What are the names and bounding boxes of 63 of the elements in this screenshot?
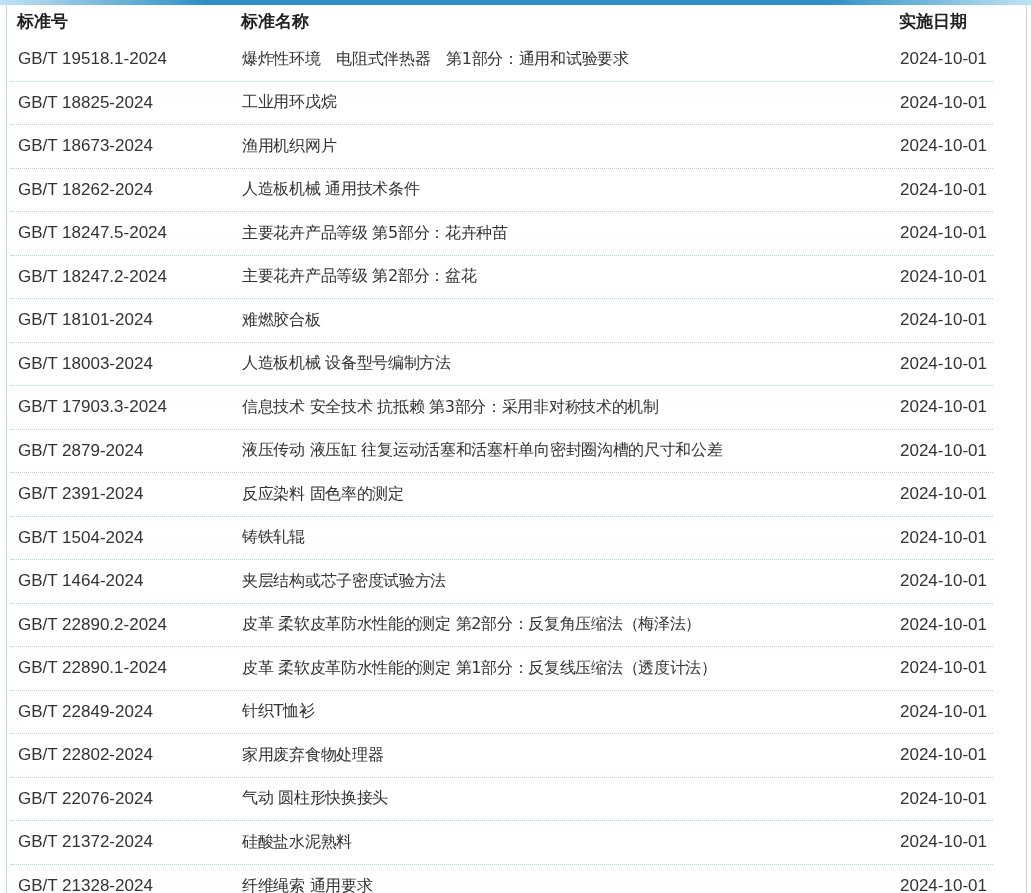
- table-cell-text: 2024-10-01: [899, 484, 988, 505]
- table-cell-text: 2024-10-01: [899, 310, 988, 331]
- table-cell-text: 2024-10-01: [899, 788, 988, 809]
- table-cell-text: 铸铁轧辊: [241, 527, 306, 549]
- table-cell-text: 2024-10-01: [899, 701, 988, 722]
- table-cell-text: GB/T 22849-2024: [17, 701, 154, 722]
- table-cell-text: GB/T 18003-2024: [17, 353, 154, 374]
- table-cell-text: 皮革 柔软皮革防水性能的测定 第2部分：反复角压缩法（梅泽法）: [241, 614, 703, 636]
- table-cell-text: 2024-10-01: [899, 397, 988, 418]
- table-cell-text: GB/T 22890.2-2024: [17, 614, 168, 635]
- table-cell-text: 2024-10-01: [899, 658, 988, 679]
- table-cell-text: 2024-10-01: [899, 223, 988, 244]
- table-cell-text: 爆炸性环境 电阻式伴热器 第1部分：通用和试验要求: [241, 48, 630, 70]
- table-cell-text: GB/T 2879-2024: [17, 440, 145, 461]
- table-cell-text: GB/T 18247.2-2024: [17, 266, 168, 287]
- table-cell-text: 2024-10-01: [899, 440, 988, 461]
- table-cell-text: 气动 圆柱形快换接头: [241, 788, 390, 810]
- table-cell-text: 2024-10-01: [899, 745, 988, 766]
- column-header: 标准名称: [239, 11, 310, 33]
- table-cell-text: GB/T 18247.5-2024: [17, 223, 168, 244]
- table-cell-text: 信息技术 安全技术 抗抵赖 第3部分：采用非对称技术的机制: [241, 396, 660, 418]
- table-cell-text: 人造板机械 设备型号编制方法: [241, 353, 452, 375]
- table-cell-text: 人造板机械 通用技术条件: [241, 179, 421, 201]
- table-cell-text: 2024-10-01: [899, 353, 988, 374]
- table-cell-text: GB/T 22076-2024: [17, 788, 154, 809]
- table-cell-text: 夹层结构或芯子密度试验方法: [241, 570, 448, 592]
- table-cell-text: 渔用机织网片: [241, 135, 338, 157]
- table-cell-text: 2024-10-01: [899, 136, 988, 157]
- table-cell-text: 液压传动 液压缸 往复运动活塞和活塞杆单向密封圈沟槽的尺寸和公差: [241, 440, 724, 462]
- table-cell-text: 主要花卉产品等级 第2部分：盆花: [241, 266, 478, 288]
- table-cell-text: GB/T 21372-2024: [17, 832, 154, 853]
- table-cell-text: 2024-10-01: [899, 179, 988, 200]
- table-cell-text: GB/T 18673-2024: [17, 136, 154, 157]
- table-cell-text: 2024-10-01: [899, 571, 988, 592]
- table-cell-text: 反应染料 固色率的测定: [241, 483, 405, 505]
- table-cell-text: 难燃胶合板: [241, 309, 322, 331]
- table-cell-text: 2024-10-01: [899, 614, 988, 635]
- table-cell-text: GB/T 1504-2024: [17, 527, 145, 548]
- table-cell-text: 2024-10-01: [899, 49, 988, 70]
- table-cell-text: GB/T 18262-2024: [17, 179, 154, 200]
- table-cell-text: GB/T 22890.1-2024: [17, 658, 168, 679]
- table-cell-text: 针织T恤衫: [241, 701, 316, 723]
- table-cell-text: GB/T 1464-2024: [17, 571, 145, 592]
- table-cell-text: GB/T 19518.1-2024: [17, 49, 168, 70]
- table-cell-text: 纤维绳索 通用要求: [241, 875, 374, 893]
- table-cell-text: GB/T 18101-2024: [17, 310, 154, 331]
- table-cell-text: 2024-10-01: [899, 832, 988, 853]
- table-cell-text: 硅酸盐水泥熟料: [241, 831, 353, 853]
- table-cell-text: 2024-10-01: [899, 92, 988, 113]
- table-cell-text: GB/T 22802-2024: [17, 745, 154, 766]
- table-cell-text: 工业用环戊烷: [241, 92, 338, 114]
- table-cell-text: 2024-10-01: [899, 527, 988, 548]
- table-cell-text: GB/T 17903.3-2024: [17, 397, 168, 418]
- table-cell-text: GB/T 18825-2024: [17, 92, 154, 113]
- table-cell-text: 2024-10-01: [899, 266, 988, 287]
- column-header: 标准号: [15, 11, 69, 33]
- table-cell-text: 主要花卉产品等级 第5部分：花卉种苗: [241, 222, 509, 244]
- table-cell-text: 皮革 柔软皮革防水性能的测定 第1部分：反复线压缩法（透度计法）: [241, 657, 718, 679]
- table-cell-text: GB/T 2391-2024: [17, 484, 145, 505]
- table-cell-text: 2024-10-01: [899, 876, 988, 893]
- table-cell-text: GB/T 21328-2024: [17, 876, 154, 893]
- table-cell-text: 家用废弃食物处理器: [241, 744, 385, 766]
- column-header: 实施日期: [898, 11, 968, 33]
